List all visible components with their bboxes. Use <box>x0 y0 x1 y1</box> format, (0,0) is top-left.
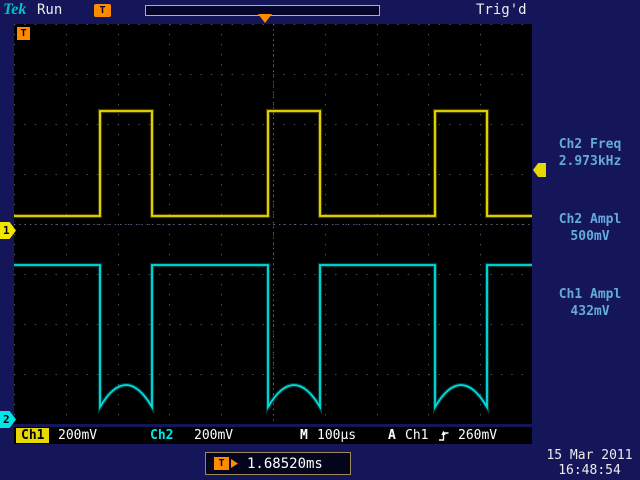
ch1-scale-value: 200mV <box>58 428 97 443</box>
ch1-trace <box>14 111 532 216</box>
measurement-value: 2.973kHz <box>540 153 640 170</box>
graticule-grid <box>14 24 532 424</box>
status-bar: Ch1 200mV Ch2 200mV M 100µs A Ch1 260mV <box>14 427 532 444</box>
trigger-t-badge: T <box>214 457 229 470</box>
trigger-level-value: 260mV <box>458 428 497 443</box>
rising-edge-icon <box>438 429 450 442</box>
oscilloscope-display: Tek Run T Trig'd T 1 2 Ch2 Freq 2.973kHz… <box>0 0 640 480</box>
trigger-time-readout: T 1.68520ms <box>205 452 351 475</box>
datetime-display: 15 Mar 2011 16:48:54 <box>542 448 637 478</box>
measurement-ch2-ampl: Ch2 Ampl 500mV <box>540 211 640 245</box>
measurement-label: Ch2 Freq <box>540 136 640 153</box>
timebase-label: M <box>300 428 308 443</box>
trigger-position-icon: T <box>94 4 111 17</box>
time-text: 16:48:54 <box>542 463 637 478</box>
trigger-position-arrow-icon <box>258 14 272 23</box>
trigger-mode-label: A <box>388 428 396 443</box>
ch1-trace <box>14 111 532 216</box>
measurement-label: Ch2 Ampl <box>540 211 640 228</box>
measurement-value: 432mV <box>540 303 640 320</box>
trigger-time-value: 1.68520ms <box>247 456 323 472</box>
measurement-ch1-ampl: Ch1 Ampl 432mV <box>540 286 640 320</box>
waveform-plot <box>14 24 532 424</box>
trigger-source: Ch1 <box>405 428 428 443</box>
trigger-arrow-icon <box>231 459 238 468</box>
tek-logo: Tek <box>3 1 26 19</box>
ch2-scale-value: 200mV <box>194 428 233 443</box>
date-text: 15 Mar 2011 <box>542 448 637 463</box>
ch2-scale-label: Ch2 <box>150 428 173 443</box>
measurement-ch2-freq: Ch2 Freq 2.973kHz <box>540 136 640 170</box>
acquisition-status: Run <box>37 2 62 18</box>
timebase-value: 100µs <box>317 428 356 443</box>
measurement-label: Ch1 Ampl <box>540 286 640 303</box>
ch1-scale-badge: Ch1 <box>16 428 49 443</box>
graticule-display <box>14 24 532 424</box>
measurement-value: 500mV <box>540 228 640 245</box>
trigger-status: Trig'd <box>476 2 527 18</box>
trigger-indicator-badge: T <box>17 27 30 40</box>
